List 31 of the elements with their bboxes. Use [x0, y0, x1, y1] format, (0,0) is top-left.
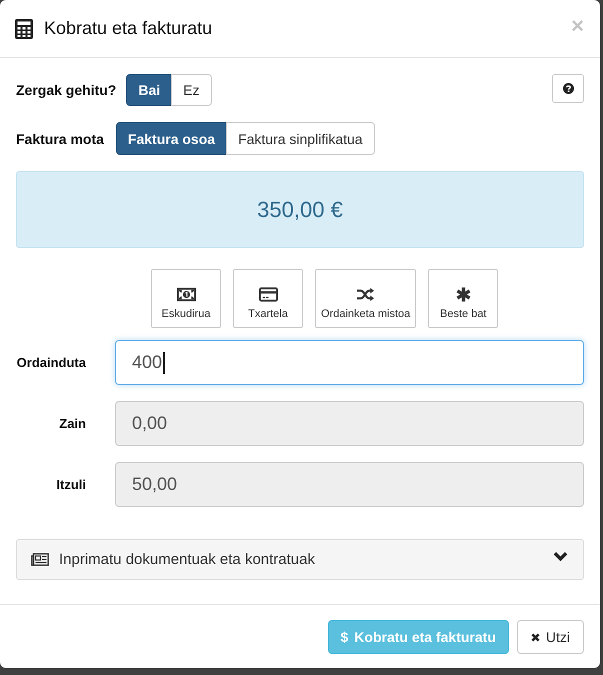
input-field[interactable]: 0,00: [115, 401, 584, 446]
payment-method-button[interactable]: Txartela: [233, 269, 303, 328]
field-label: Zain: [58, 416, 86, 431]
chevron-down-icon: [553, 551, 568, 562]
modal-title: Kobratu eta fakturatu: [44, 18, 214, 39]
newspaper-icon: [31, 553, 49, 566]
input-field[interactable]: 50,00: [115, 462, 584, 507]
calculator-icon: [15, 18, 33, 38]
toggle-option[interactable]: Faktura sinplifikatua: [226, 122, 375, 155]
cancel-button[interactable]: Utzi: [516, 620, 584, 654]
help-button[interactable]: [552, 74, 584, 103]
help-icon: [562, 83, 574, 94]
print-documents-panel[interactable]: Inprimatu dokumentuak eta kontratuak: [16, 539, 584, 580]
payment-method-button[interactable]: Eskudirua: [151, 269, 221, 328]
taxes-label: Zergak gehitu?: [16, 82, 116, 98]
payment-method-button[interactable]: Beste bat: [428, 269, 498, 328]
input-field[interactable]: 400: [115, 340, 584, 385]
asterisk-icon: [456, 287, 471, 302]
toggle-option[interactable]: Bai: [126, 74, 172, 106]
invoice-type-label: Faktura mota: [16, 130, 104, 146]
banknote-icon: [176, 287, 196, 302]
credit-card-icon: [258, 287, 278, 302]
field-label: Itzuli: [55, 477, 86, 492]
close-icon: [530, 632, 540, 642]
payment-method-button[interactable]: Ordainketa mistoa: [315, 269, 416, 328]
field-label: Ordainduta: [16, 355, 86, 370]
text-cursor-icon: [163, 352, 165, 374]
shuffle-icon: [356, 287, 376, 302]
toggle-option[interactable]: Faktura osoa: [116, 122, 228, 155]
total-amount: 350,00 €: [16, 171, 584, 248]
toggle-option[interactable]: Ez: [171, 74, 212, 106]
